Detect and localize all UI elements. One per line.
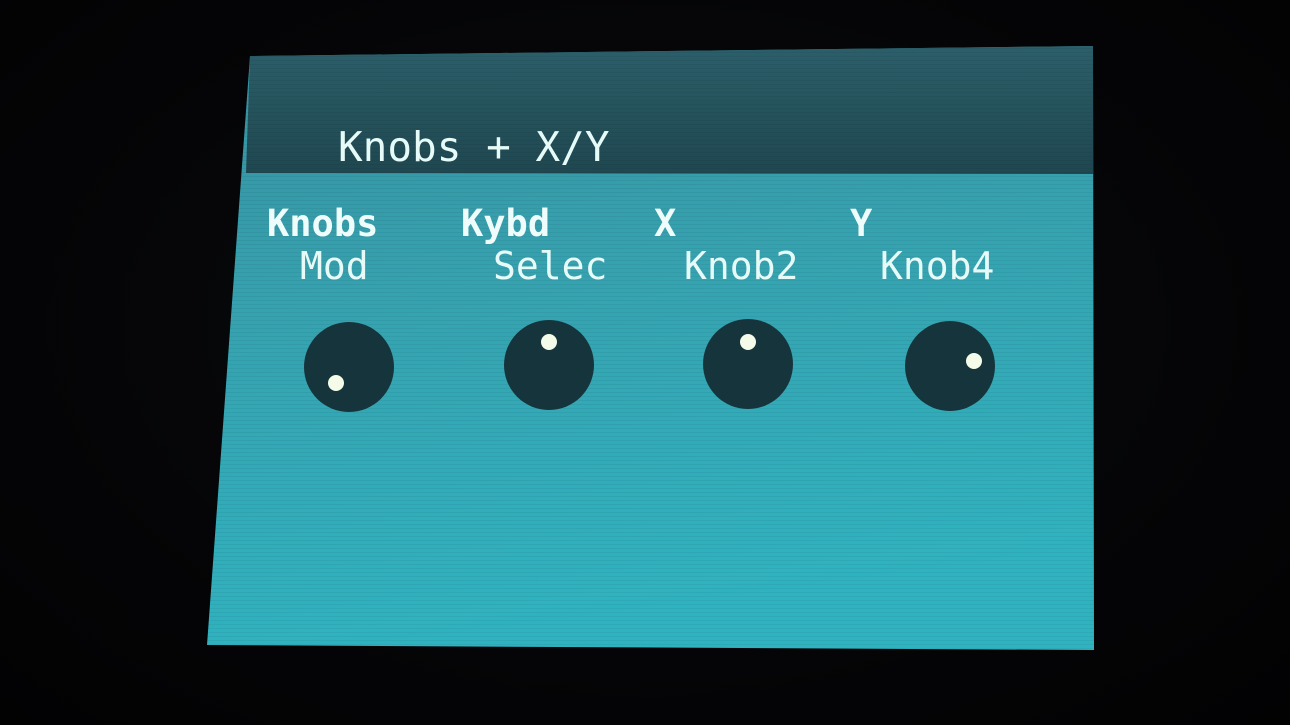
knob-kybd[interactable] [504, 320, 594, 410]
device-bezel: Knobs + X/Y Knobs Kybd X Y Mod Selec Kno… [0, 0, 1290, 725]
knob-y[interactable] [905, 321, 995, 411]
param-label-kybd: Kybd [461, 202, 550, 245]
knob-icon [504, 320, 594, 410]
knob-icon [703, 319, 793, 409]
knob-indicator-dot [966, 353, 982, 369]
page-title: Knobs + X/Y [338, 123, 610, 171]
knob-x[interactable] [703, 319, 793, 409]
knob-icon [304, 322, 394, 412]
param-value-x: Knob2 [684, 244, 798, 288]
param-label-x: X [654, 202, 676, 245]
param-label-knobs: Knobs [267, 202, 378, 245]
param-value-knobs: Mod [300, 244, 369, 288]
lcd-canvas: Knobs + X/Y Knobs Kybd X Y Mod Selec Kno… [207, 46, 1094, 650]
knob-indicator-dot [328, 375, 344, 391]
knob-indicator-dot [541, 334, 557, 350]
param-value-kybd: Selec [493, 244, 607, 288]
knob-icon [905, 321, 995, 411]
param-value-y: Knob4 [880, 244, 994, 288]
knob-knobs[interactable] [304, 322, 394, 412]
knob-indicator-dot [740, 334, 756, 350]
lcd-screen: Knobs + X/Y Knobs Kybd X Y Mod Selec Kno… [0, 0, 1290, 725]
param-label-y: Y [850, 202, 873, 245]
